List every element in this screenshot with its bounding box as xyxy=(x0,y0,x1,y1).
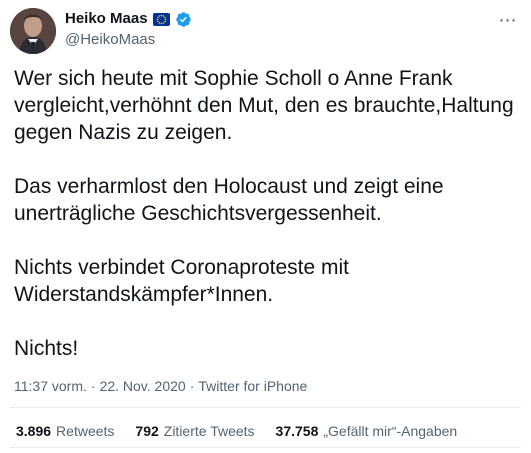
quote-tweets-label: Zitierte Tweets xyxy=(163,423,255,439)
verified-badge-icon xyxy=(175,11,192,28)
quote-tweets-stat[interactable]: 792 Zitierte Tweets xyxy=(135,422,254,440)
tweet-stats: 3.896 Retweets 792 Zitierte Tweets 37.75… xyxy=(16,422,521,440)
more-icon[interactable]: ⋯ xyxy=(495,11,521,29)
quote-tweets-count: 792 xyxy=(135,423,159,439)
tweet-source[interactable]: Twitter for iPhone xyxy=(198,378,307,394)
avatar[interactable] xyxy=(10,8,56,54)
divider xyxy=(10,407,521,408)
tweet-header: Heiko Maas @HeikoMaas ⋯ xyxy=(10,8,521,54)
likes-stat[interactable]: 37.758 „Gefällt mir“-Angaben xyxy=(276,422,458,440)
display-name[interactable]: Heiko Maas xyxy=(65,9,148,29)
eu-flag-icon xyxy=(152,12,170,26)
avatar-image xyxy=(10,8,56,54)
likes-count: 37.758 xyxy=(275,423,319,439)
divider xyxy=(10,447,521,448)
meta-separator: · xyxy=(90,378,96,394)
retweets-stat[interactable]: 3.896 Retweets xyxy=(16,422,114,440)
name-row: Heiko Maas xyxy=(65,9,365,29)
tweet-text: Wer sich heute mit Sophie Scholl o Anne … xyxy=(14,65,518,389)
meta-separator: · xyxy=(189,378,195,394)
user-block[interactable]: Heiko Maas @HeikoMaas xyxy=(65,9,365,53)
tweet-card: Heiko Maas @HeikoMaas ⋯ Wer sich heute m… xyxy=(0,0,531,453)
tweet-date[interactable]: 22. Nov. 2020 xyxy=(100,378,186,394)
user-handle[interactable]: @HeikoMaas xyxy=(65,31,365,49)
tweet-paragraph: Das verharmlost den Holocaust und zeigt … xyxy=(14,175,450,225)
retweets-label: Retweets xyxy=(56,423,115,439)
likes-label: „Gefällt mir“-Angaben xyxy=(323,423,458,439)
retweets-count: 3.896 xyxy=(16,423,52,439)
tweet-paragraph: Wer sich heute mit Sophie Scholl o Anne … xyxy=(14,67,520,144)
tweet-meta: 11:37 vorm. · 22. Nov. 2020 · Twitter for iP… xyxy=(14,377,519,395)
tweet-time[interactable]: 11:37 vorm. xyxy=(14,378,87,394)
tweet-paragraph: Nichts! xyxy=(14,337,79,360)
tweet-paragraph: Nichts verbindet Coronaproteste mit Wide… xyxy=(14,256,355,306)
